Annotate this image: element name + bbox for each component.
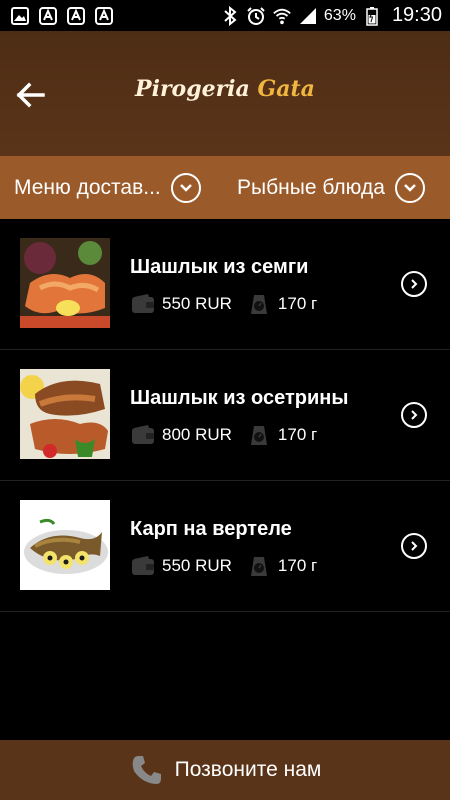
status-bar: 63% 19:30 xyxy=(0,0,450,31)
dish-image xyxy=(20,500,110,590)
call-us-label: Позвоните нам xyxy=(174,758,322,781)
dish-meta: 800 RUR 170 г xyxy=(130,422,331,448)
chevron-right-icon xyxy=(411,279,418,289)
bluetooth-icon xyxy=(220,5,240,26)
wallet-icon xyxy=(130,553,156,579)
wifi-icon xyxy=(272,6,292,26)
alarm-icon xyxy=(246,6,266,26)
dish-title: Шашлык из осетрины xyxy=(130,387,349,409)
dish-price: 800 RUR xyxy=(162,425,232,444)
category-dropdown-label: Рыбные блюда xyxy=(237,175,385,199)
wallet-icon xyxy=(130,422,156,448)
scale-icon xyxy=(246,422,272,448)
phone-icon xyxy=(129,752,165,788)
filter-bar: Меню достав... Рыбные блюда xyxy=(0,156,450,219)
scale-icon xyxy=(246,291,272,317)
image-icon xyxy=(10,6,30,26)
dish-title: Карп на вертеле xyxy=(130,518,292,540)
app-icon xyxy=(94,6,114,26)
app-title-accent: Gata xyxy=(257,76,315,102)
scale-icon xyxy=(246,553,272,579)
list-item[interactable]: Шашлык из семги 550 RUR 170 г xyxy=(0,219,450,350)
dish-weight: 170 г xyxy=(277,425,318,444)
dish-list: Шашлык из семги 550 RUR 170 г Шашлык из … xyxy=(0,219,450,612)
dish-meta: 550 RUR 170 г xyxy=(130,291,331,317)
dish-weight: 170 г xyxy=(277,556,318,575)
battery-percent: 63% xyxy=(323,6,356,24)
call-us-button[interactable]: Позвоните нам xyxy=(0,740,450,800)
dish-title: Шашлык из семги xyxy=(130,256,309,278)
open-item-button[interactable] xyxy=(401,533,427,559)
app-header: Pirogeria Gata xyxy=(0,31,450,156)
menu-dropdown[interactable]: Меню достав... xyxy=(14,156,201,219)
app-title: Pirogeria Gata xyxy=(0,76,450,102)
dish-price: 550 RUR xyxy=(162,294,232,313)
app-title-main: Pirogeria xyxy=(135,76,258,102)
dish-image xyxy=(20,238,110,328)
chevron-right-icon xyxy=(411,541,418,551)
signal-icon xyxy=(298,6,318,26)
app-icon xyxy=(66,6,86,26)
chevron-right-icon xyxy=(411,410,418,420)
wallet-icon xyxy=(130,291,156,317)
dish-weight: 170 г xyxy=(277,294,318,313)
category-dropdown[interactable]: Рыбные блюда xyxy=(237,156,425,219)
dish-image xyxy=(20,369,110,459)
chevron-down-icon xyxy=(170,172,201,203)
menu-dropdown-label: Меню достав... xyxy=(14,175,161,199)
dish-meta: 550 RUR 170 г xyxy=(130,553,331,579)
clock: 19:30 xyxy=(391,4,442,26)
open-item-button[interactable] xyxy=(401,271,427,297)
chevron-down-icon xyxy=(394,172,425,203)
list-item[interactable]: Шашлык из осетрины 800 RUR 170 г xyxy=(0,350,450,481)
battery-icon xyxy=(362,6,382,26)
open-item-button[interactable] xyxy=(401,402,427,428)
app-icon xyxy=(38,6,58,26)
dish-price: 550 RUR xyxy=(162,556,232,575)
list-item[interactable]: Карп на вертеле 550 RUR 170 г xyxy=(0,481,450,612)
